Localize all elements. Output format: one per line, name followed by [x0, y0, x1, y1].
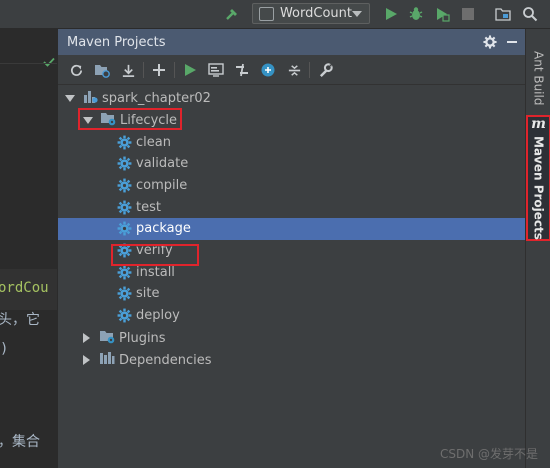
chevron-down-icon: [352, 10, 362, 17]
tree-node-lifecycle[interactable]: Lifecycle: [58, 109, 525, 131]
editor-code-fragment: ): [0, 341, 9, 357]
right-tool-stripe: Ant Build m Maven Projects: [525, 29, 550, 468]
lifecycle-goal-compile[interactable]: compile: [58, 174, 525, 196]
maven-m-icon: m: [531, 116, 546, 133]
plugins-label: Plugins: [119, 330, 166, 346]
tool-tab-label: Ant Build: [531, 50, 546, 106]
goal-label: package: [136, 221, 191, 237]
execute-goal-icon[interactable]: [203, 58, 229, 82]
lifecycle-goal-install[interactable]: install: [58, 261, 525, 283]
gear-icon: [116, 308, 132, 324]
settings-wrench-icon[interactable]: [312, 58, 338, 82]
stop-icon[interactable]: [458, 4, 478, 24]
lifecycle-goal-validate[interactable]: validate: [58, 153, 525, 175]
gear-icon: [116, 156, 132, 172]
expand-arrow-icon[interactable]: [83, 116, 93, 124]
run-maven-build-icon[interactable]: [177, 58, 203, 82]
tree-node-dependencies[interactable]: Dependencies: [58, 349, 525, 371]
goal-label: clean: [136, 134, 171, 150]
lifecycle-goal-package[interactable]: package: [58, 217, 525, 240]
editor-code-fragment: 头，它: [0, 312, 40, 328]
download-icon[interactable]: [115, 58, 141, 82]
gear-icon: [116, 286, 132, 302]
collapse-arrow-icon[interactable]: [83, 355, 90, 365]
goal-label: validate: [136, 156, 189, 172]
gear-icon: [116, 221, 132, 237]
collapse-arrow-icon[interactable]: [83, 333, 90, 343]
lifecycle-goal-test[interactable]: test: [58, 196, 525, 218]
run-configuration-label: WordCount: [279, 6, 352, 21]
editor-code-fragment: ，集合: [0, 434, 40, 450]
maven-projects-panel: Maven Projects spark_chapter02 Lifecycle…: [57, 29, 525, 468]
gear-icon: [116, 177, 132, 193]
maven-project-icon: [82, 88, 98, 108]
tree-node-plugins[interactable]: Plugins: [58, 327, 525, 349]
gear-icon: [116, 264, 132, 280]
gear-icon: [116, 134, 132, 150]
add-icon[interactable]: [146, 58, 172, 82]
toggle-offline-icon[interactable]: [229, 58, 255, 82]
lifecycle-folder-icon: [100, 110, 116, 130]
lifecycle-goal-verify[interactable]: verify: [58, 240, 525, 262]
main-toolbar: WordCount: [0, 0, 550, 29]
plugins-folder-icon: [99, 328, 115, 348]
run-icon[interactable]: [381, 4, 401, 24]
panel-header: Maven Projects: [58, 29, 525, 55]
panel-toolbar: [58, 56, 525, 85]
project-structure-icon[interactable]: [493, 4, 513, 24]
hammer-icon[interactable]: [222, 4, 242, 24]
editor-code-fragment: ordCou: [0, 280, 49, 296]
goal-label: compile: [136, 177, 188, 193]
gear-icon: [116, 199, 132, 215]
gear-icon: [116, 243, 132, 259]
check-icon: [43, 57, 55, 67]
lifecycle-goal-clean[interactable]: clean: [58, 131, 525, 153]
skip-tests-icon[interactable]: [255, 58, 281, 82]
run-configuration-select[interactable]: WordCount: [252, 3, 370, 24]
goal-label: deploy: [136, 308, 180, 324]
goal-label: verify: [136, 243, 173, 258]
show-dependencies-icon[interactable]: [281, 58, 307, 82]
watermark: CSDN @发芽不是: [439, 447, 538, 461]
search-icon[interactable]: [520, 4, 540, 24]
config-icon: [259, 6, 274, 21]
tool-tab-ant-build[interactable]: Ant Build: [526, 43, 550, 113]
goal-label: install: [136, 264, 175, 280]
generate-sources-icon[interactable]: [89, 58, 115, 82]
lifecycle-goal-site[interactable]: site: [58, 283, 525, 305]
lifecycle-goal-deploy[interactable]: deploy: [58, 305, 525, 327]
dependencies-icon: [99, 350, 115, 370]
project-label: spark_chapter02: [102, 90, 211, 106]
tool-tab-label: Maven Projects: [531, 136, 546, 240]
goal-label: test: [136, 199, 161, 215]
debug-icon[interactable]: [406, 4, 426, 24]
minimize-icon[interactable]: [501, 31, 523, 53]
refresh-icon[interactable]: [63, 58, 89, 82]
panel-title: Maven Projects: [67, 34, 166, 50]
lifecycle-label: Lifecycle: [120, 112, 178, 128]
coverage-icon[interactable]: [432, 4, 452, 24]
settings-gear-icon[interactable]: [479, 31, 501, 53]
dependencies-label: Dependencies: [119, 352, 212, 368]
goal-label: site: [136, 286, 160, 302]
editor-area[interactable]: ordCou 头，它 ) ，集合: [0, 29, 57, 468]
expand-arrow-icon[interactable]: [65, 94, 75, 102]
tree-node-project[interactable]: spark_chapter02: [58, 87, 525, 109]
tool-tab-maven-projects[interactable]: m Maven Projects: [526, 115, 550, 241]
